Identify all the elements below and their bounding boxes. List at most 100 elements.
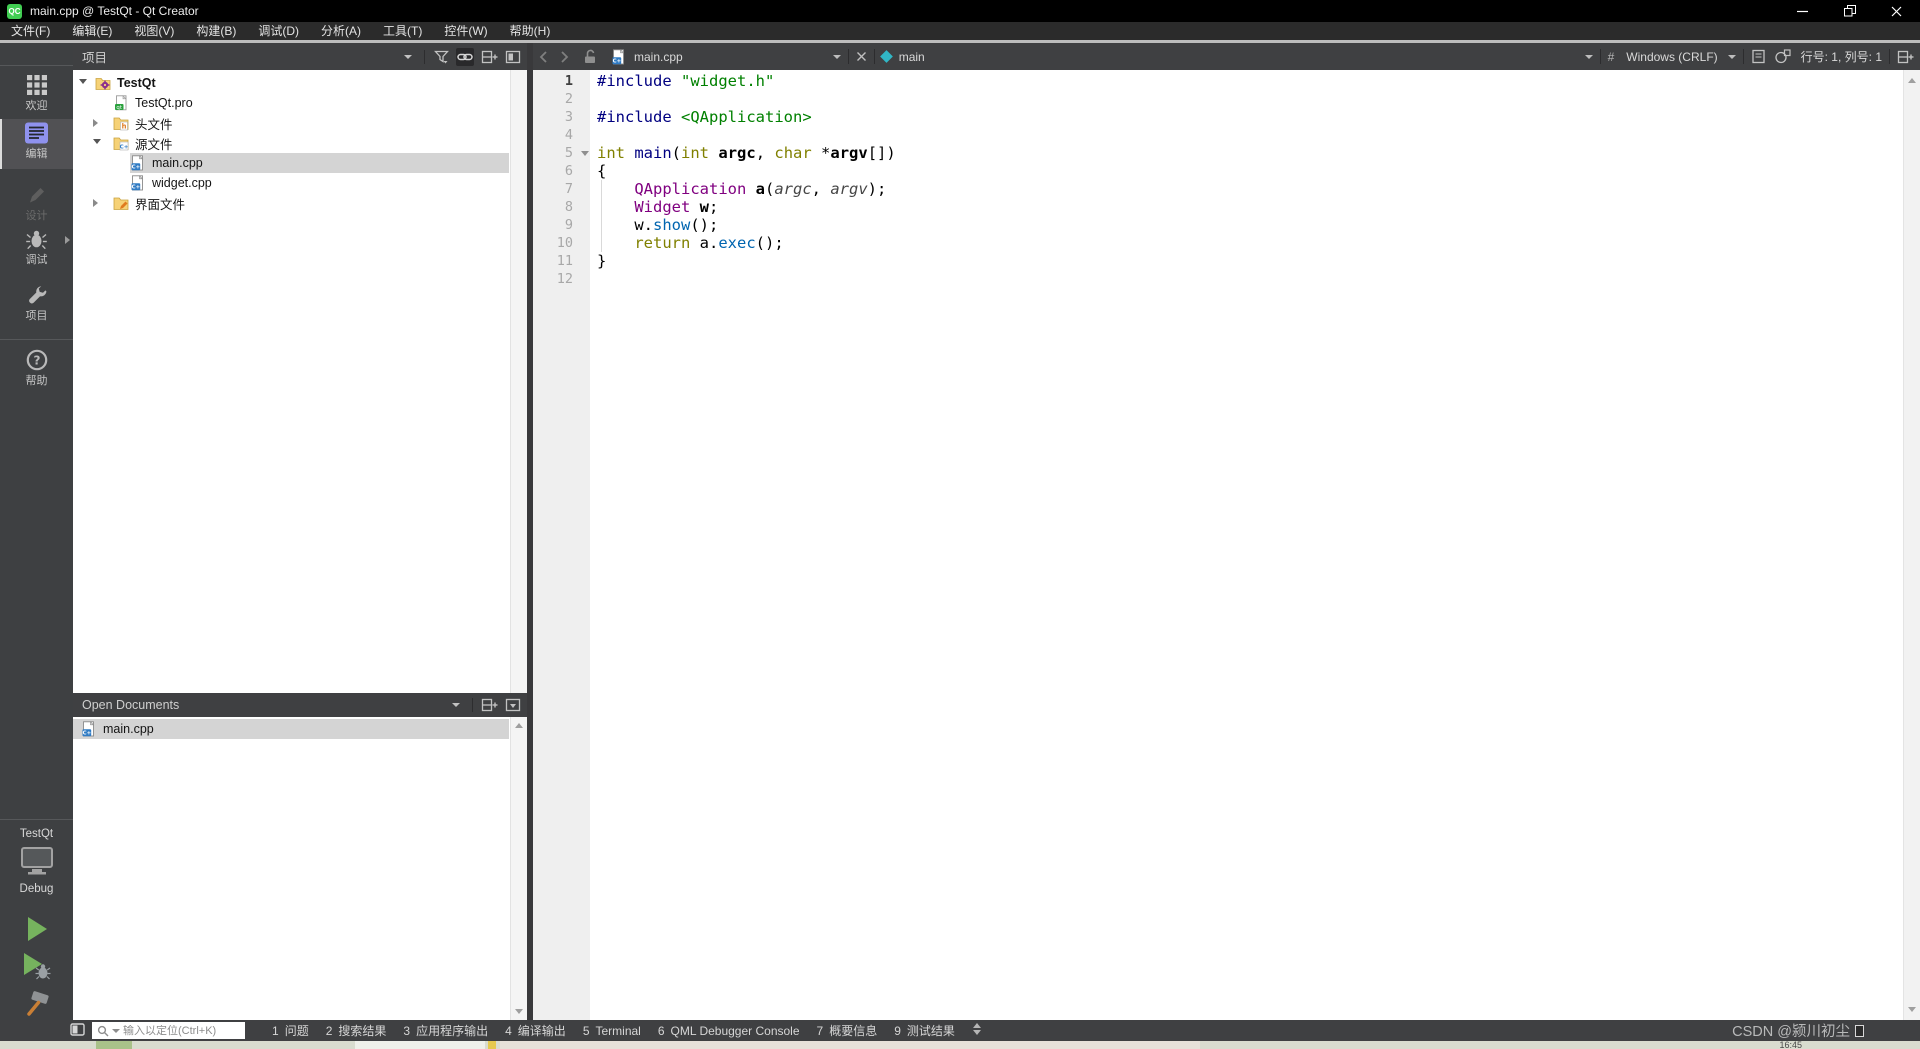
editor-scrollbar[interactable] (1903, 70, 1920, 1020)
go-back-icon[interactable] (539, 50, 548, 63)
open-file-name[interactable]: main.cpp (634, 50, 683, 64)
code-text: QApplication a(argc, argv); (634, 180, 887, 198)
code-line-9[interactable]: 9 w.show(); (533, 216, 1903, 234)
taskbar-item (488, 1041, 496, 1049)
line-ending-dropdown-icon[interactable] (1727, 54, 1736, 59)
expanded-arrow-icon[interactable] (79, 79, 87, 84)
code-line-3[interactable]: 3 #include <QApplication> (533, 108, 1903, 126)
menu-tools[interactable]: 工具(T) (372, 22, 433, 40)
output-pane-issues[interactable]: 1 问题 (272, 1022, 309, 1039)
tree-item-main-cpp[interactable]: C+ main.cpp (73, 153, 527, 173)
tree-item-label: 源文件 (135, 137, 173, 152)
encoding-indicator[interactable]: # (1608, 50, 1615, 64)
close-panel-icon[interactable] (504, 48, 522, 66)
file-dropdown-icon[interactable] (832, 54, 841, 59)
windows-taskbar-sliver: 16:45 (0, 1041, 1920, 1049)
fold-margin (573, 252, 597, 270)
code-line-2[interactable]: 2 (533, 90, 1903, 108)
expanded-arrow-icon[interactable] (93, 139, 101, 144)
output-pane-qml-debugger-console[interactable]: 6 QML Debugger Console (658, 1024, 800, 1038)
close-document-icon[interactable] (856, 51, 867, 62)
go-forward-icon[interactable] (560, 50, 569, 63)
hammer-icon (23, 991, 51, 1022)
mode-expand-arrow-icon[interactable] (65, 236, 70, 244)
restore-icon[interactable] (1826, 0, 1873, 22)
tree-item-sources[interactable]: C+ 源文件 (73, 133, 527, 153)
code-editor[interactable]: 1 #include "widget.h" 2 3 #include <QApplica… (533, 70, 1920, 1020)
search-options-icon[interactable] (112, 1028, 120, 1033)
locator-input[interactable] (123, 1024, 240, 1037)
menu-help[interactable]: 帮助(H) (499, 22, 562, 40)
mode-edit[interactable]: 编辑 (0, 119, 73, 169)
open-documents-scrollbar[interactable] (510, 717, 527, 1020)
run-button[interactable] (0, 915, 73, 948)
code-line-10[interactable]: 10 return a.exec(); (533, 234, 1903, 252)
output-pane-search-results[interactable]: 2 搜索结果 (326, 1022, 387, 1039)
toggle-left-sidebar-icon[interactable] (70, 1023, 85, 1039)
tree-item-testqt-pro[interactable]: qt TestQt.pro (73, 93, 527, 113)
menu-view[interactable]: 视图(V) (123, 22, 185, 40)
split-editor-icon[interactable] (1897, 50, 1914, 64)
file-properties-icon[interactable] (1774, 49, 1791, 64)
close-panel-icon[interactable] (504, 696, 522, 714)
tree-item-headers[interactable]: h 头文件 (73, 113, 527, 133)
tree-item-widget-cpp[interactable]: C+ widget.cpp (73, 173, 527, 193)
code-line-4[interactable]: 4 (533, 126, 1903, 144)
code-line-6[interactable]: 6{ (533, 162, 1903, 180)
split-panel-icon[interactable] (480, 696, 498, 714)
output-panes-updown-icon[interactable] (972, 1022, 982, 1039)
mode-debug[interactable]: 调试 (0, 225, 73, 273)
symbol-diamond-icon (879, 50, 893, 63)
menu-file[interactable]: 文件(F) (0, 22, 61, 40)
menu-debug[interactable]: 调试(D) (247, 22, 310, 40)
sync-with-editor-icon[interactable] (456, 47, 474, 66)
locator-search[interactable] (92, 1022, 245, 1039)
mode-projects[interactable]: 项目 (0, 281, 73, 329)
output-pane-summary[interactable]: 7 概要信息 (817, 1022, 878, 1039)
collapsed-arrow-icon[interactable] (93, 119, 98, 127)
kit-selector[interactable] (0, 846, 73, 876)
mode-help[interactable]: ? 帮助 (0, 346, 73, 394)
close-icon[interactable] (1873, 0, 1920, 22)
line-number: 4 (564, 127, 573, 143)
menu-window[interactable]: 控件(W) (433, 22, 498, 40)
current-symbol[interactable]: main (899, 50, 925, 64)
code-line-8[interactable]: 8 Widget w; (533, 198, 1903, 216)
code-line-5[interactable]: 5 int main(int argc, char *argv[]) (533, 144, 1903, 162)
mode-welcome[interactable]: 欢迎 (0, 71, 73, 119)
output-pane-terminal[interactable]: 5 Terminal (583, 1024, 641, 1038)
document-info-icon[interactable] (1751, 49, 1766, 64)
open-document-main-cpp[interactable]: C+ main.cpp (73, 719, 509, 739)
code-line-1[interactable]: 1 #include "widget.h" (533, 72, 1903, 90)
mode-welcome-label: 欢迎 (25, 100, 48, 112)
minimize-icon[interactable] (1779, 0, 1826, 22)
tree-item-testqt[interactable]: TestQt (73, 73, 527, 93)
start-debugging-button[interactable] (0, 951, 73, 986)
project-tree-scrollbar[interactable] (510, 70, 527, 693)
menu-analyze[interactable]: 分析(A) (310, 22, 372, 40)
output-pane-compile-output[interactable]: 4 编译输出 (505, 1022, 566, 1039)
divider (873, 49, 875, 64)
panel-mode-dropdown-icon[interactable] (399, 48, 417, 66)
menu-edit[interactable]: 编辑(E) (61, 22, 123, 40)
kit-project-label: TestQt (19, 828, 54, 840)
code-line-12[interactable]: 12 (533, 270, 1903, 288)
code-line-11[interactable]: 11} (533, 252, 1903, 270)
split-panel-icon[interactable] (480, 48, 498, 66)
code-line-7[interactable]: 7 QApplication a(argc, argv); (533, 180, 1903, 198)
menu-build[interactable]: 构建(B) (185, 22, 247, 40)
code-area[interactable]: 1 #include "widget.h" 2 3 #include <QApplica… (533, 72, 1903, 288)
symbol-dropdown-icon[interactable] (1584, 54, 1593, 59)
fold-margin (573, 108, 597, 126)
build-button[interactable] (0, 991, 73, 1022)
output-pane-application-output[interactable]: 3 应用程序输出 (403, 1022, 488, 1039)
tree-item-forms[interactable]: 界面文件 (73, 193, 527, 213)
output-pane-test-results[interactable]: 9 测试结果 (894, 1022, 955, 1039)
lock-icon[interactable] (583, 49, 597, 64)
filter-icon[interactable] (432, 48, 450, 66)
collapsed-arrow-icon[interactable] (93, 199, 98, 207)
panel-mode-dropdown-icon[interactable] (447, 696, 465, 714)
taskbar-item (355, 1041, 485, 1049)
fold-marker-icon[interactable] (581, 151, 589, 156)
line-ending-selector[interactable]: Windows (CRLF) (1626, 50, 1717, 64)
